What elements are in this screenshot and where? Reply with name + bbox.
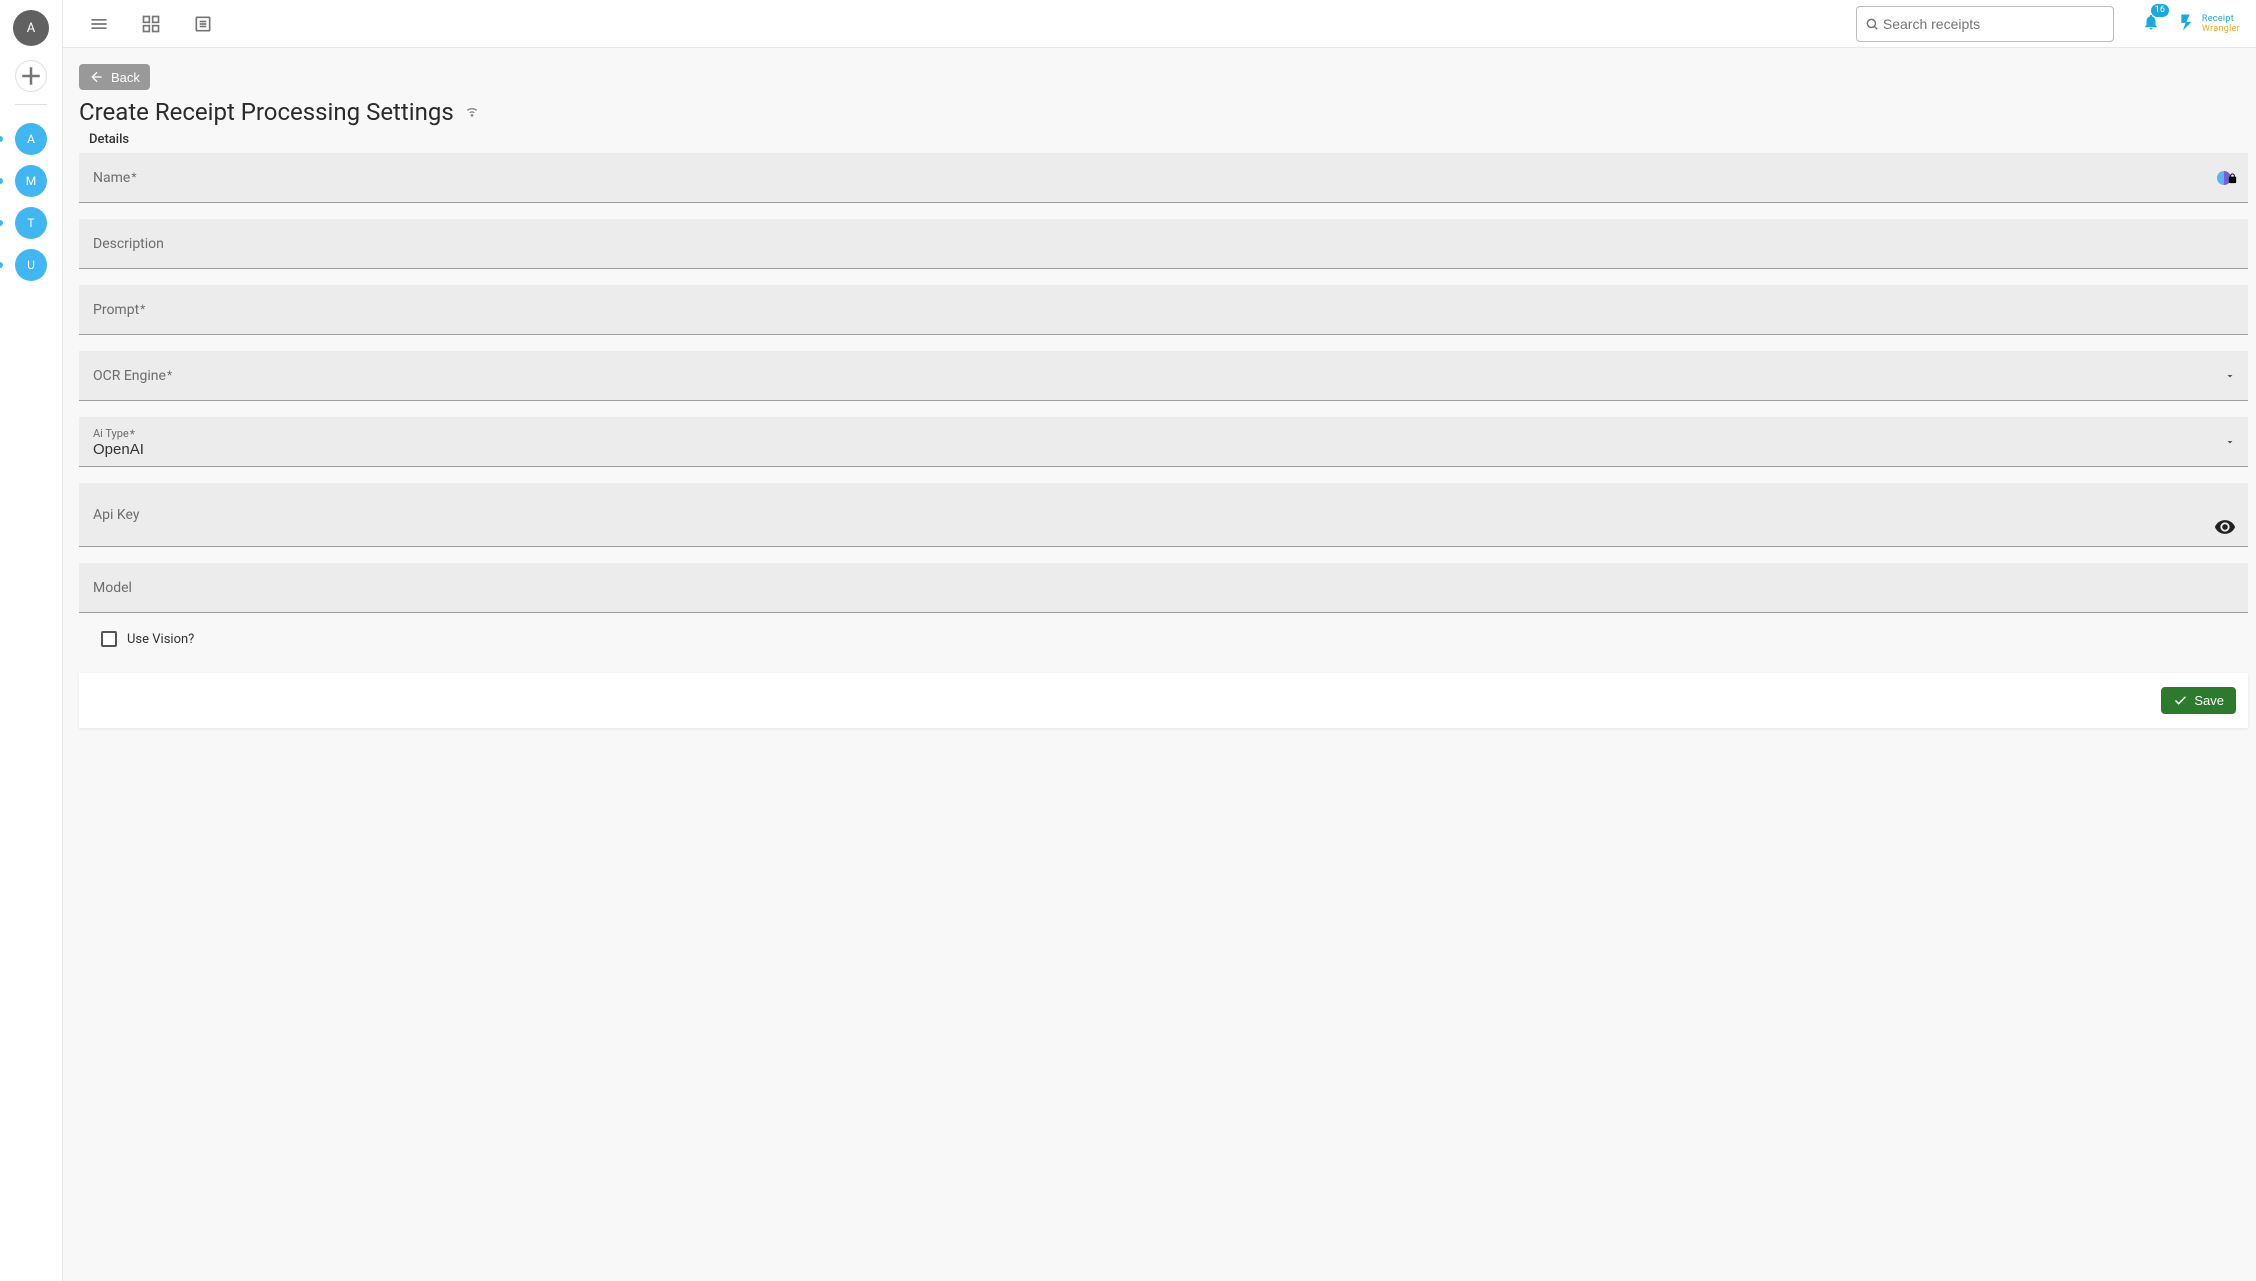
description-input[interactable]	[93, 219, 2234, 268]
chevron-down-icon	[2224, 436, 2236, 448]
workspace-indicator-dot	[0, 262, 3, 268]
model-input[interactable]	[93, 563, 2234, 612]
ocr-engine-select[interactable]	[93, 351, 2234, 400]
prompt-input[interactable]	[93, 285, 2234, 334]
workspace-indicator-dot	[0, 220, 3, 226]
page-title: Create Receipt Processing Settings	[79, 98, 454, 126]
logo[interactable]: Receipt Wrangler	[2178, 12, 2240, 36]
name-field[interactable]: Name*	[79, 153, 2248, 203]
save-button[interactable]: Save	[2161, 687, 2236, 714]
save-bar: Save	[79, 673, 2248, 728]
workspace-item[interactable]: T	[15, 207, 47, 239]
api-key-field[interactable]: Api Key	[79, 483, 2248, 547]
workspace-indicator-dot	[0, 178, 3, 184]
use-vision-row: Use Vision?	[79, 627, 2248, 651]
wifi-icon	[464, 102, 480, 122]
ai-type-field[interactable]: Ai Type*	[79, 417, 2248, 467]
search-icon	[1865, 17, 1879, 31]
chevron-down-icon	[2224, 370, 2236, 382]
user-avatar[interactable]: A	[13, 10, 49, 46]
workspace-item[interactable]: M	[15, 165, 47, 197]
notifications-button[interactable]: 16	[2142, 13, 2160, 35]
api-key-input[interactable]	[93, 483, 2234, 546]
sidebar-divider	[15, 104, 47, 105]
list-icon[interactable]	[191, 12, 215, 36]
back-button[interactable]: Back	[79, 64, 150, 90]
eye-icon[interactable]	[2214, 516, 2236, 538]
workspace-avatar[interactable]: A	[15, 123, 47, 155]
ai-type-select[interactable]	[93, 417, 2234, 466]
prompt-field[interactable]: Prompt*	[79, 285, 2248, 335]
add-workspace-button[interactable]	[15, 60, 47, 92]
dashboard-icon[interactable]	[139, 12, 163, 36]
use-vision-label: Use Vision?	[127, 632, 194, 647]
menu-icon[interactable]	[87, 12, 111, 36]
workspace-avatar[interactable]: U	[15, 249, 47, 281]
logo-text: Receipt Wrangler	[2202, 14, 2240, 34]
name-input[interactable]	[93, 153, 2234, 202]
left-sidebar: A A M T U	[0, 0, 63, 1281]
notification-badge: 16	[2151, 4, 2169, 17]
back-button-label: Back	[111, 70, 140, 85]
workspace-item[interactable]: U	[15, 249, 47, 281]
use-vision-checkbox[interactable]	[101, 631, 117, 647]
workspace-indicator-dot	[0, 136, 3, 142]
topbar: 16 Receipt Wrangler	[63, 0, 2256, 48]
arrow-left-icon	[89, 69, 105, 85]
main-content: Back Create Receipt Processing Settings …	[63, 48, 2256, 1281]
check-icon	[2173, 693, 2188, 708]
workspace-item[interactable]: A	[15, 123, 47, 155]
logo-mark-icon	[2178, 12, 2198, 36]
save-button-label: Save	[2194, 693, 2224, 708]
model-field[interactable]: Model	[79, 563, 2248, 613]
workspace-avatar[interactable]: M	[15, 165, 47, 197]
description-field[interactable]: Description	[79, 219, 2248, 269]
ocr-engine-field[interactable]: OCR Engine*	[79, 351, 2248, 401]
search-box[interactable]	[1856, 6, 2114, 42]
field-lock-icon	[2217, 171, 2238, 185]
workspace-avatar[interactable]: T	[15, 207, 47, 239]
search-input[interactable]	[1883, 16, 2105, 32]
section-title-details: Details	[89, 132, 2248, 147]
